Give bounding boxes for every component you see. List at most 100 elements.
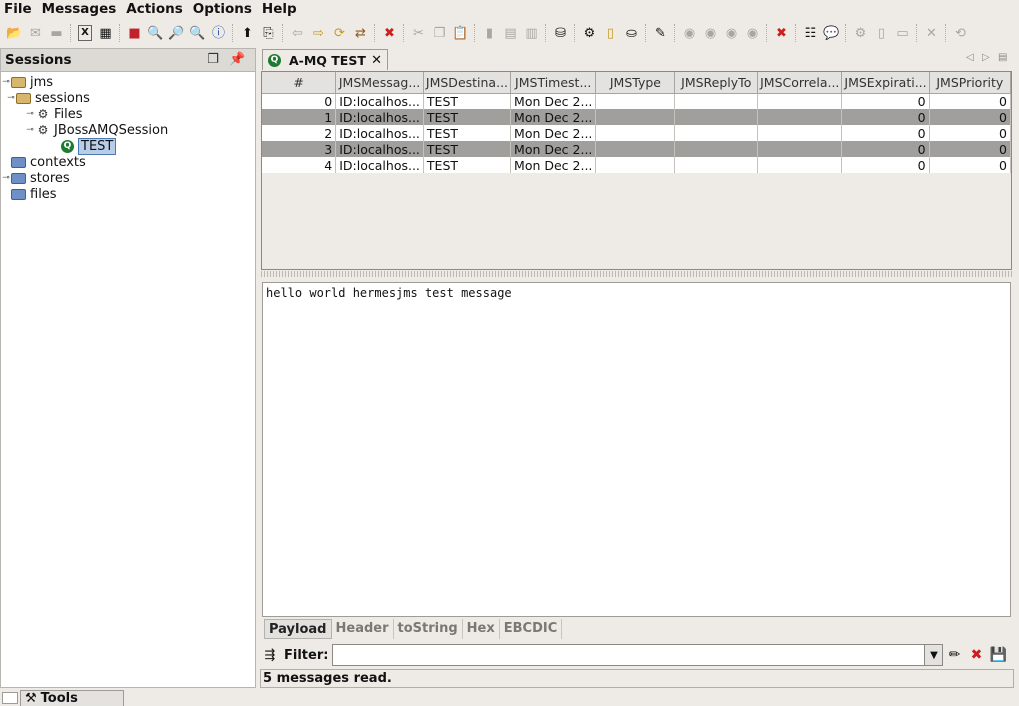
status-bar: 5 messages read. (260, 669, 1014, 688)
payload-text-area[interactable]: hello world hermesjms test message (262, 282, 1011, 617)
cell-timestamp: Mon Dec 2... (510, 125, 597, 141)
column-header-priority[interactable]: JMSPriority (929, 72, 1011, 94)
collapse-toggle-icon[interactable]: ⊸ (1, 77, 11, 87)
delete-doc-icon[interactable]: ▮ (479, 22, 500, 44)
column-header-destination[interactable]: JMSDestina... (423, 72, 512, 94)
tree-node-stores[interactable]: ⊸ stores (1, 170, 70, 186)
close-icon[interactable]: ✕ (371, 53, 382, 68)
column-header-expiration[interactable]: JMSExpirati... (841, 72, 930, 94)
circle-2-icon[interactable]: ◉ (700, 22, 721, 44)
properties-icon[interactable]: ☷ (800, 22, 821, 44)
menu-options[interactable]: Options (189, 0, 258, 19)
refresh-icon[interactable]: ⟳ (329, 22, 350, 44)
window-icon[interactable]: ▭ (892, 22, 913, 44)
column-header-index[interactable]: # (262, 72, 337, 94)
maximize-icon[interactable]: ❐ (205, 52, 221, 68)
cut-icon[interactable]: ✂ (408, 22, 429, 44)
export-icon[interactable]: ⎘ (258, 22, 279, 44)
table-row[interactable]: 4 ID:localhos... TEST Mon Dec 2... 0 0 (262, 157, 1011, 173)
deploy-icon[interactable]: ⛁ (550, 22, 571, 44)
tab-payload[interactable]: Payload (264, 619, 332, 639)
circle-3-icon[interactable]: ◉ (721, 22, 742, 44)
tree-node-jboss-session[interactable]: ⊸ ⚙ JBossAMQSession (25, 122, 168, 138)
menu-help[interactable]: Help (258, 0, 303, 19)
stop-icon[interactable]: ■ (124, 22, 145, 44)
chart-x-icon[interactable]: ▥ (521, 22, 542, 44)
search-plus-icon[interactable]: 🔍 (187, 22, 208, 44)
tree-node-sessions[interactable]: ⊸ sessions (6, 90, 90, 106)
tab-list-icon[interactable]: ▤ (998, 52, 1007, 63)
close-icon[interactable]: ✕ (921, 22, 942, 44)
column-header-type[interactable]: JMSType (595, 72, 676, 94)
table-row[interactable]: 2 ID:localhos... TEST Mon Dec 2... 0 0 (262, 125, 1011, 141)
delete-icon[interactable]: ✖ (379, 22, 400, 44)
jar-icon[interactable]: ▯ (600, 22, 621, 44)
forward-icon[interactable]: ⇨ (308, 22, 329, 44)
tree-node-jms[interactable]: ⊸ jms (1, 74, 53, 90)
table-row[interactable]: 0 ID:localhos... TEST Mon Dec 2... 0 0 (262, 93, 1011, 109)
remove-filter-icon[interactable]: ✖ (965, 647, 987, 663)
table-row[interactable]: 3 ID:localhos... TEST Mon Dec 2... 0 0 (262, 141, 1011, 157)
info-icon[interactable]: ⓘ (208, 22, 229, 44)
xml-table-icon[interactable]: ▦ (95, 22, 116, 44)
chat-icon[interactable]: 💬 (821, 22, 842, 44)
tab-header[interactable]: Header (332, 619, 394, 639)
menu-messages[interactable]: Messages (38, 0, 123, 19)
filter-input[interactable] (332, 644, 926, 666)
toolbar-separator (232, 24, 236, 42)
filter-dropdown-button[interactable]: ▼ (925, 644, 944, 666)
table-row[interactable]: 1 ID:localhos... TEST Mon Dec 2... 0 0 (262, 109, 1011, 125)
link-icon[interactable]: ⚙ (850, 22, 871, 44)
column-header-timestamp[interactable]: JMSTimest... (510, 72, 597, 94)
database-icon[interactable]: ⛀ (621, 22, 642, 44)
upload-icon[interactable]: ⬆ (237, 22, 258, 44)
xml-icon[interactable]: X (78, 25, 92, 41)
collapse-toggle-icon[interactable]: ⊸ (6, 93, 16, 103)
circle-1-icon[interactable]: ◉ (679, 22, 700, 44)
circle-4-icon[interactable]: ◉ (742, 22, 763, 44)
tab-ebcdic[interactable]: EBCDIC (500, 619, 563, 639)
column-header-correlation[interactable]: JMSCorrela... (757, 72, 843, 94)
tab-scroll-right-icon[interactable]: ▷ (982, 52, 990, 63)
save-filter-icon[interactable]: 💾 (987, 647, 1009, 663)
collapse-toggle-icon[interactable]: ⊸ (25, 125, 35, 135)
tab-tostring[interactable]: toString (394, 619, 463, 639)
tab-hex[interactable]: Hex (463, 619, 500, 639)
chart-icon[interactable]: ▤ (500, 22, 521, 44)
column-header-message-id[interactable]: JMSMessag... (335, 72, 424, 94)
menu-file[interactable]: File (0, 0, 38, 19)
cell-destination: TEST (423, 93, 512, 109)
expand-toggle-icon[interactable]: ⊸ (25, 109, 35, 119)
sync-icon[interactable]: ⟲ (950, 22, 971, 44)
paste-icon[interactable]: 📋 (450, 22, 471, 44)
tree-label-stores: stores (30, 170, 70, 186)
file-icon[interactable]: ▯ (871, 22, 892, 44)
open-folder-icon[interactable]: 📂 (4, 22, 25, 44)
tab-a-mq-test[interactable]: Q A-MQ TEST ✕ (262, 49, 388, 70)
cell-expiration: 0 (841, 109, 930, 125)
back-icon[interactable]: ⇦ (287, 22, 308, 44)
save-icon[interactable]: ▬ (46, 22, 67, 44)
tree-node-contexts[interactable]: contexts (11, 154, 86, 170)
tree-node-files[interactable]: ⊸ ⚙ Files (25, 106, 82, 122)
pin-icon[interactable]: 📌 (229, 52, 245, 68)
transfer-icon[interactable]: ⇄ (350, 22, 371, 44)
search-icon[interactable]: 🔍 (145, 22, 166, 44)
menu-actions[interactable]: Actions (122, 0, 188, 19)
tab-scroll-left-icon[interactable]: ◁ (966, 52, 974, 63)
clear-filter-icon[interactable]: ✏ (943, 647, 965, 663)
toolbar-separator (545, 24, 549, 42)
payload-text: hello world hermesjms test message (266, 286, 512, 300)
tree-node-test-queue[interactable]: Q TEST (61, 137, 117, 155)
message-table[interactable]: # JMSMessag... JMSDestina... JMSTimest..… (261, 71, 1012, 270)
column-header-reply-to[interactable]: JMSReplyTo (674, 72, 759, 94)
split-pane-divider[interactable] (261, 271, 1012, 277)
session-tree-icon[interactable]: ⚙ (579, 22, 600, 44)
expand-toggle-icon[interactable]: ⊸ (1, 173, 11, 183)
edit-icon[interactable]: ✎ (650, 22, 671, 44)
copy-icon[interactable]: ❐ (429, 22, 450, 44)
sql-search-icon[interactable]: 🔎 (166, 22, 187, 44)
tree-node-files-folder[interactable]: files (11, 186, 57, 202)
remove-icon[interactable]: ✖ (771, 22, 792, 44)
open-message-icon[interactable]: ✉ (25, 22, 46, 44)
